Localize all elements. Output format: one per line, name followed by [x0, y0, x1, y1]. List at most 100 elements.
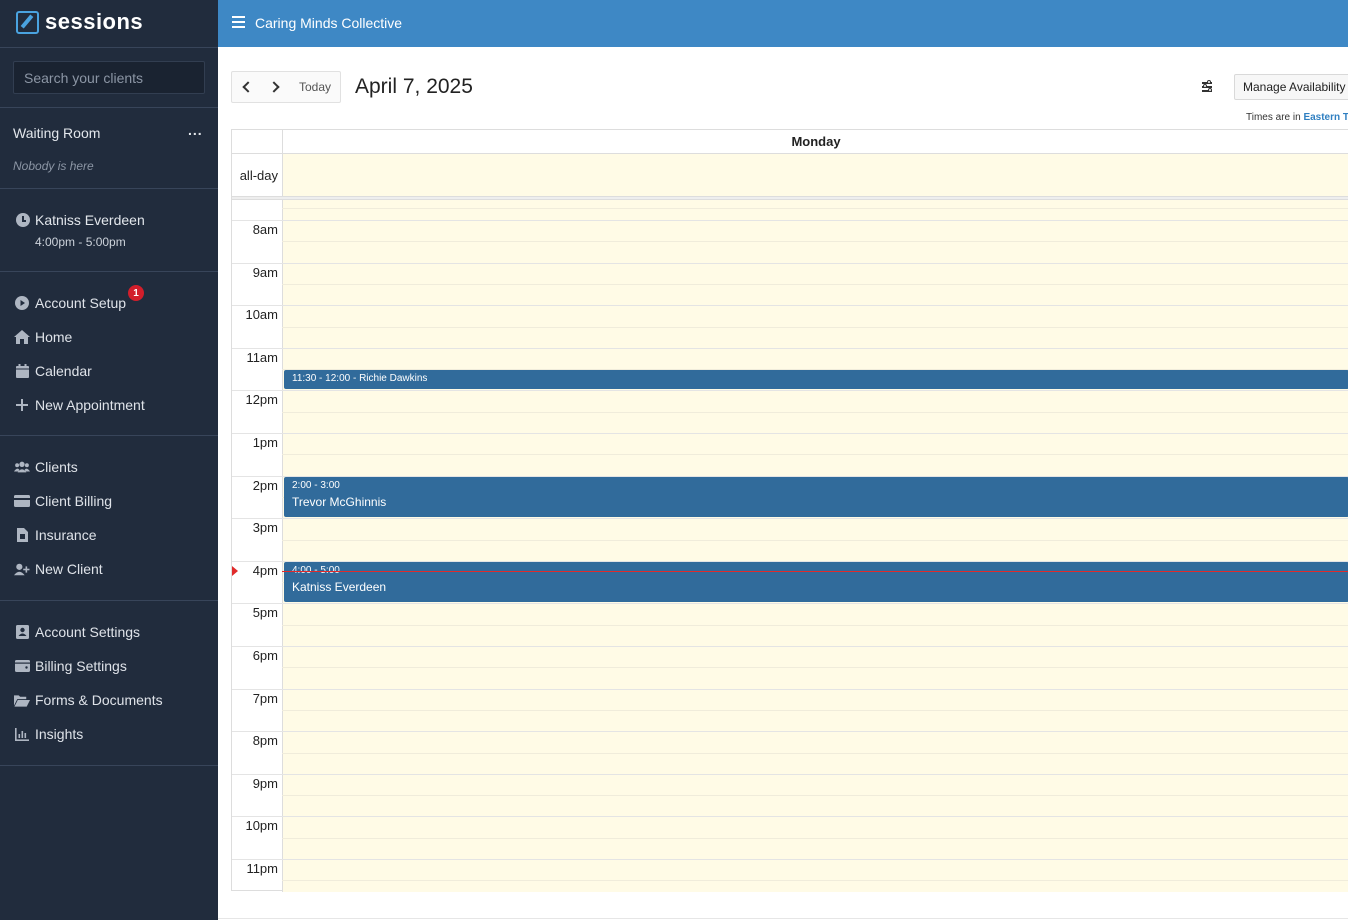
hamburger-menu-icon[interactable] — [232, 16, 245, 28]
sidebar-item-forms-documents[interactable]: Forms & Documents — [14, 689, 163, 711]
half-hour-line — [282, 283, 1348, 285]
sidebar-item-label: Account Settings — [35, 624, 141, 640]
calendar-event[interactable]: 4:00 - 5:00 Katniss Everdeen — [284, 561, 1348, 603]
half-hour-line — [282, 667, 1348, 669]
calendar-filter-icon[interactable] — [1199, 78, 1217, 96]
divider — [0, 47, 218, 48]
sidebar-item-label: Client Billing — [35, 493, 113, 509]
time-label: 11am — [246, 349, 278, 365]
calendar-corner — [232, 130, 282, 154]
half-hour-line — [282, 624, 1348, 626]
half-hour-line — [282, 411, 1348, 413]
timezone-link[interactable]: Eastern T — [1303, 112, 1348, 123]
half-hour-line — [282, 208, 1348, 209]
sidebar-item-clients[interactable]: Clients — [14, 456, 78, 478]
half-hour-line — [282, 454, 1348, 456]
manage-availability-button[interactable]: Manage Availability — [1234, 74, 1348, 100]
time-label: 8am — [252, 222, 278, 237]
sidebar-item-label: Account Setup — [35, 295, 127, 311]
chevron-right-icon — [268, 81, 280, 93]
divider — [0, 435, 218, 436]
today-button[interactable]: Today — [290, 72, 340, 102]
folder-open-icon — [14, 692, 30, 708]
time-label: 9am — [252, 264, 278, 280]
hour-line — [232, 816, 1348, 818]
time-label: 5pm — [252, 605, 278, 621]
upcoming-client-name[interactable]: Katniss Everdeen — [35, 212, 145, 228]
sidebar-item-home[interactable]: Home — [14, 326, 72, 348]
sessions-logo-icon — [16, 10, 39, 34]
prev-day-button[interactable] — [232, 72, 261, 102]
day-time-column[interactable] — [282, 200, 1348, 892]
credit-card-icon — [14, 493, 30, 509]
time-label: 6pm — [252, 648, 278, 663]
event-client-name: Katniss Everdeen — [292, 579, 387, 594]
sidebar-item-client-billing[interactable]: Client Billing — [14, 490, 112, 512]
hour-line — [232, 433, 1348, 434]
sidebar-item-billing-settings[interactable]: Billing Settings — [14, 655, 127, 677]
time-label: 1pm — [252, 435, 278, 450]
next-day-button[interactable] — [261, 72, 290, 102]
half-hour-line — [282, 795, 1348, 797]
sidebar-item-calendar[interactable]: Calendar — [14, 360, 92, 382]
sessions-logo[interactable]: sessions — [16, 9, 143, 35]
practice-name: Caring Minds Collective — [255, 15, 403, 31]
event-client-name: Trevor McGhinnis — [292, 494, 387, 509]
sidebar-item-insurance[interactable]: Insurance — [14, 524, 96, 546]
logo-text: sessions — [45, 9, 144, 34]
timezone-prefix: Times are in — [1246, 112, 1301, 123]
plus-icon — [14, 397, 30, 413]
hour-line — [232, 390, 1348, 392]
divider — [0, 188, 218, 189]
hour-line — [232, 305, 1348, 307]
calendar-event[interactable]: 11:30 - 12:00 - Richie Dawkins — [284, 370, 1348, 390]
divider — [0, 271, 218, 272]
sidebar-item-label: Clients — [35, 459, 78, 475]
all-day-cell[interactable] — [282, 154, 1348, 197]
timezone-note: Times are in Eastern T — [1246, 112, 1348, 123]
chart-icon — [14, 726, 30, 742]
chevron-left-icon — [242, 81, 254, 93]
users-icon — [14, 459, 30, 475]
all-day-label: all-day — [232, 154, 282, 197]
half-hour-line — [282, 539, 1348, 541]
waiting-room-more-button[interactable]: ... — [188, 122, 203, 138]
event-time: 2:00 - 3:00 — [292, 479, 340, 491]
hour-line — [232, 688, 1348, 690]
hour-line — [232, 646, 1348, 647]
time-label: 2pm — [252, 477, 278, 493]
client-search-input[interactable] — [13, 61, 205, 94]
sidebar-item-label: Billing Settings — [35, 658, 127, 674]
sidebar-item-account-setup[interactable]: Account Setup 1 — [14, 285, 144, 314]
half-hour-line — [282, 241, 1348, 243]
half-hour-line — [282, 880, 1348, 882]
hour-line — [232, 220, 1348, 221]
sidebar-item-insights[interactable]: Insights — [14, 723, 83, 745]
footer-divider — [218, 918, 1348, 919]
time-label: 10pm — [245, 818, 278, 834]
sidebar-item-new-appointment[interactable]: New Appointment — [14, 394, 145, 416]
current-time-line — [282, 571, 1348, 573]
sidebar-item-account-settings[interactable]: Account Settings — [14, 621, 140, 643]
sidebar: sessions Waiting Room ... Nobody is here… — [0, 0, 218, 920]
sidebar-item-label: Calendar — [35, 363, 92, 379]
calendar-event[interactable]: 2:00 - 3:00 Trevor McGhinnis — [284, 476, 1348, 518]
sidebar-item-label: New Client — [35, 561, 103, 577]
hour-line — [232, 859, 1348, 860]
sidebar-item-label: Home — [35, 329, 73, 345]
waiting-room-title: Waiting Room — [13, 125, 101, 141]
divider — [0, 600, 218, 601]
time-label: 10am — [245, 307, 278, 323]
top-bar: Caring Minds Collective — [218, 0, 1348, 47]
time-label: 8pm — [252, 733, 278, 749]
day-column-header: Monday — [282, 130, 1348, 154]
half-hour-line — [282, 837, 1348, 839]
divider — [0, 765, 218, 766]
time-label: 12pm — [245, 392, 278, 408]
calendar-icon — [14, 363, 30, 379]
time-label: 7pm — [252, 690, 278, 706]
upcoming-appointment-time: 4:00pm - 5:00pm — [35, 235, 126, 249]
wallet-icon — [14, 658, 30, 674]
sidebar-item-new-client[interactable]: New Client — [14, 558, 103, 580]
hour-line — [232, 773, 1348, 775]
